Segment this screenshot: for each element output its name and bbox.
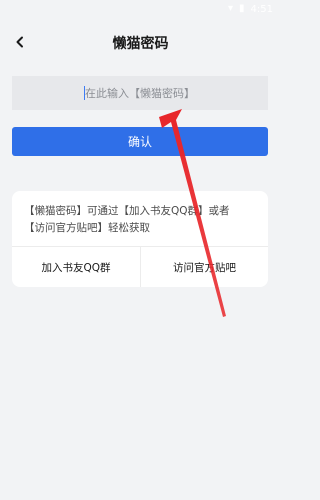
info-line-1: 【懒猫密码】可通过【加入书友QQ群】或者 xyxy=(24,205,230,217)
nav-bar: 懒猫密码 xyxy=(0,26,281,60)
signal-icon: ▾ xyxy=(227,3,234,14)
info-text: 【懒猫密码】可通过【加入书友QQ群】或者 【访问官方贴吧】轻松获取 xyxy=(24,203,258,237)
battery-icon: ▮ xyxy=(239,3,245,14)
join-qq-group-button[interactable]: 加入书友QQ群 xyxy=(12,247,140,287)
visit-tieba-button[interactable]: 访问官方贴吧 xyxy=(141,247,268,287)
text-caret xyxy=(84,86,85,100)
screen: ▾ ▮ 4:51 懒猫密码 确认 【懒猫密码】可通过【加入书友QQ群】或者 【访… xyxy=(0,0,281,500)
info-line-2: 【访问官方贴吧】轻松获取 xyxy=(24,222,150,234)
confirm-button[interactable]: 确认 xyxy=(12,127,268,156)
info-card: 【懒猫密码】可通过【加入书友QQ群】或者 【访问官方贴吧】轻松获取 加入书友QQ… xyxy=(12,191,268,287)
status-bar: ▾ ▮ 4:51 xyxy=(0,0,281,18)
page-title: 懒猫密码 xyxy=(112,36,169,52)
password-input[interactable] xyxy=(12,76,268,110)
status-time: 4:51 xyxy=(250,3,273,15)
